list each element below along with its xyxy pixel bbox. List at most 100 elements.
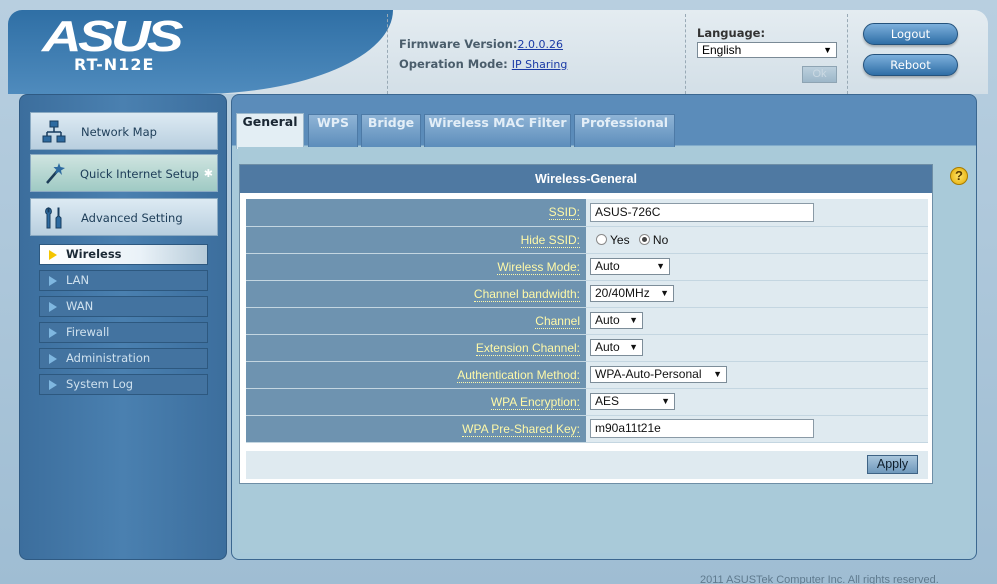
hide-ssid-yes-label: Yes — [610, 232, 630, 247]
language-select[interactable]: English ▼ — [697, 42, 837, 58]
wireless-mode-value: Auto — [595, 259, 620, 273]
dropdown-arrow-icon: ▼ — [823, 45, 832, 55]
sidebar-item-label: LAN — [66, 273, 90, 287]
dropdown-arrow-icon: ▼ — [656, 261, 665, 271]
authentication-method-value: WPA-Auto-Personal — [595, 367, 702, 381]
sidebar-item-label: Administration — [66, 351, 151, 365]
apply-row: Apply — [246, 451, 928, 479]
form-row-channel: Channel Auto ▼ — [246, 307, 928, 335]
form-row-wpa-pre-shared-key: WPA Pre-Shared Key: m90a11t21e — [246, 415, 928, 443]
magic-wand-icon — [46, 163, 65, 184]
arrow-right-icon — [49, 250, 57, 260]
header: ASUS RT-N12E Firmware Version:2.0.0.26 O… — [8, 10, 988, 94]
extension-channel-label: Extension Channel: — [475, 340, 580, 356]
dropdown-arrow-icon: ▼ — [629, 342, 638, 352]
ssid-input[interactable]: ASUS-726C — [590, 202, 814, 222]
form-row-channel-bandwidth: Channel bandwidth: 20/40MHz ▼ — [246, 280, 928, 308]
channel-value: Auto — [595, 313, 620, 327]
tab-professional[interactable]: Professional — [574, 114, 675, 148]
sidebar-item-label: Firewall — [66, 325, 110, 339]
tab-bridge[interactable]: Bridge — [361, 114, 421, 148]
tools-icon — [45, 207, 62, 229]
channel-bandwidth-label: Channel bandwidth: — [473, 286, 580, 302]
settings-form: SSID: ASUS-726C Hide SSID: Yes No Wirele… — [246, 199, 928, 443]
panel-title: Wireless-General — [240, 165, 932, 193]
dropdown-arrow-icon: ▼ — [660, 288, 669, 298]
sidebar-item-administration[interactable]: Administration — [39, 348, 208, 369]
hide-ssid-label: Hide SSID: — [520, 232, 580, 248]
tab-wps[interactable]: WPS — [308, 114, 358, 148]
authentication-method-select[interactable]: WPA-Auto-Personal ▼ — [590, 366, 727, 383]
language-ok-button[interactable]: Ok — [802, 66, 837, 83]
form-row-extension-channel: Extension Channel: Auto ▼ — [246, 334, 928, 362]
menu-network-map[interactable]: Network Map — [30, 112, 218, 150]
sidebar-item-lan[interactable]: LAN — [39, 270, 208, 291]
form-row-authentication-method: Authentication Method: WPA-Auto-Personal… — [246, 361, 928, 389]
form-row-ssid: SSID: ASUS-726C — [246, 199, 928, 227]
sidebar-item-firewall[interactable]: Firewall — [39, 322, 208, 343]
firmware-label: Firmware Version: — [399, 37, 518, 51]
arrow-right-icon — [49, 354, 57, 364]
copyright-footer: 2011 ASUSTek Computer Inc. All rights re… — [700, 574, 939, 584]
form-row-wireless-mode: Wireless Mode: Auto ▼ — [246, 253, 928, 281]
form-row-hide-ssid: Hide SSID: Yes No — [246, 226, 928, 254]
hide-ssid-no-radio[interactable] — [638, 233, 650, 245]
tab-general[interactable]: General — [236, 113, 304, 149]
network-map-icon — [42, 120, 66, 143]
logo-area: ASUS RT-N12E — [8, 10, 393, 94]
dropdown-arrow-icon: ▼ — [629, 315, 638, 325]
reboot-button[interactable]: Reboot — [863, 54, 958, 76]
sparkle-icon: ✱ — [203, 167, 213, 180]
sidebar-item-wan[interactable]: WAN — [39, 296, 208, 317]
extension-channel-select[interactable]: Auto ▼ — [590, 339, 643, 356]
channel-select[interactable]: Auto ▼ — [590, 312, 643, 329]
form-row-wpa-encryption: WPA Encryption: AES ▼ — [246, 388, 928, 416]
sidebar-item-label: Wireless — [66, 247, 122, 261]
apply-button[interactable]: Apply — [867, 455, 918, 474]
firmware-version-link[interactable]: 2.0.0.26 — [518, 38, 563, 51]
header-divider — [685, 14, 686, 94]
menu-advanced-setting[interactable]: Advanced Setting — [30, 198, 218, 236]
language-selected: English — [702, 43, 742, 57]
wireless-general-panel: Wireless-General SSID: ASUS-726C Hide SS… — [239, 164, 933, 484]
operation-mode-link[interactable]: IP Sharing — [512, 58, 568, 71]
header-divider — [387, 14, 388, 94]
sidebar-item-system-log[interactable]: System Log — [39, 374, 208, 395]
hide-ssid-no-label: No — [652, 232, 669, 247]
arrow-right-icon — [49, 302, 57, 312]
hide-ssid-yes-radio[interactable] — [596, 233, 607, 245]
dropdown-arrow-icon: ▼ — [661, 396, 670, 406]
extension-channel-value: Auto — [595, 340, 620, 354]
wpa-encryption-value: AES — [595, 394, 620, 408]
model-name: RT-N12E — [74, 55, 155, 74]
arrow-right-icon — [49, 328, 57, 338]
sidebar: Network Map Quick Internet Setup ✱ Advan… — [19, 94, 227, 560]
menu-network-map-label: Network Map — [81, 125, 157, 139]
dropdown-arrow-icon: ▼ — [713, 369, 722, 379]
ssid-label: SSID: — [548, 205, 580, 221]
logout-button[interactable]: Logout — [863, 23, 958, 45]
operation-mode-info: Operation Mode: IP Sharing — [399, 57, 567, 71]
sidebar-item-label: System Log — [66, 377, 134, 391]
menu-advanced-setting-label: Advanced Setting — [81, 211, 183, 225]
wpa-encryption-label: WPA Encryption: — [490, 394, 580, 410]
main-content: General WPS Bridge Wireless MAC Filter P… — [231, 94, 977, 560]
menu-quick-internet-setup-label: Quick Internet Setup — [80, 167, 199, 181]
language-label: Language: — [697, 26, 766, 40]
wireless-mode-label: Wireless Mode: — [497, 259, 580, 275]
channel-bandwidth-value: 20/40MHz — [595, 286, 650, 300]
channel-bandwidth-select[interactable]: 20/40MHz ▼ — [590, 285, 674, 302]
arrow-right-icon — [49, 380, 57, 390]
sidebar-item-wireless[interactable]: Wireless — [39, 244, 208, 265]
wpa-encryption-select[interactable]: AES ▼ — [590, 393, 675, 410]
channel-label: Channel — [535, 313, 580, 329]
arrow-right-icon — [49, 276, 57, 286]
help-icon[interactable]: ? — [950, 167, 968, 185]
operation-mode-label: Operation Mode: — [399, 57, 508, 71]
sidebar-item-label: WAN — [66, 299, 94, 313]
wireless-mode-select[interactable]: Auto ▼ — [590, 258, 670, 275]
wpa-pre-shared-key-input[interactable]: m90a11t21e — [590, 419, 814, 438]
tab-wireless-mac-filter[interactable]: Wireless MAC Filter — [424, 114, 571, 148]
wpa-pre-shared-key-label: WPA Pre-Shared Key: — [462, 421, 580, 437]
menu-quick-internet-setup[interactable]: Quick Internet Setup ✱ — [30, 154, 218, 192]
